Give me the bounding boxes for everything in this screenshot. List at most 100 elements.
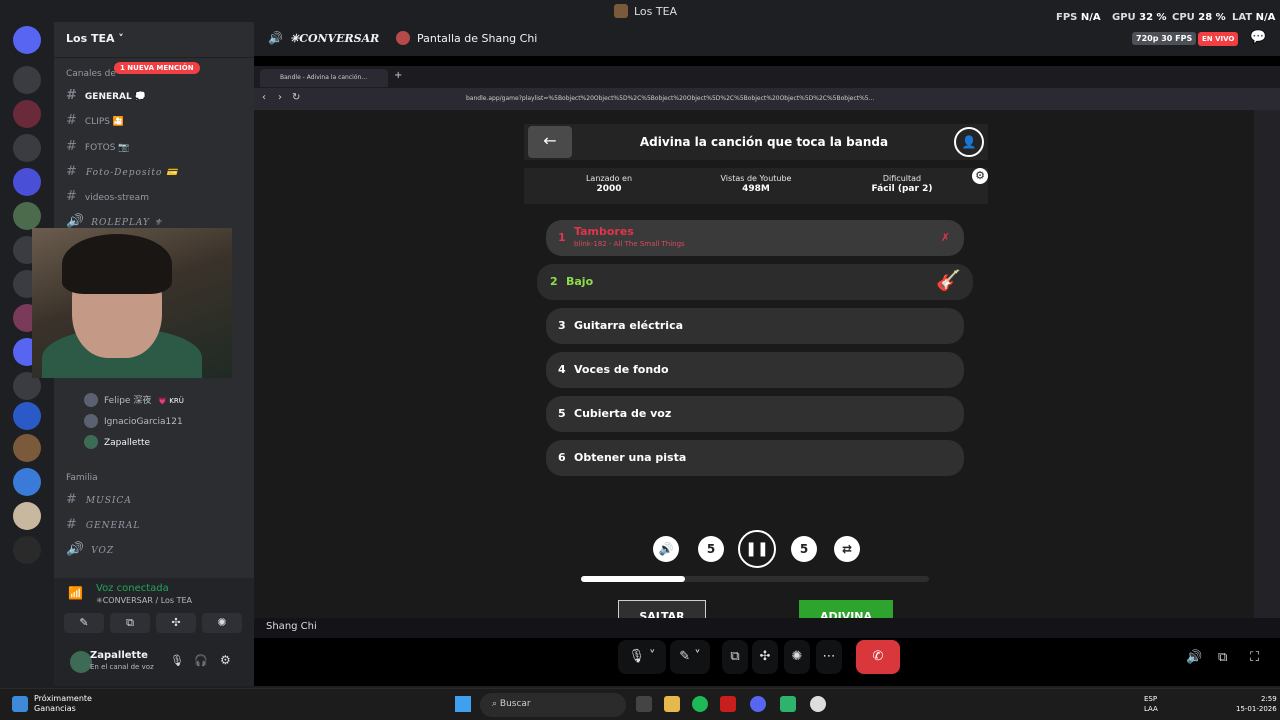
channel-clips[interactable]: # CLIPS 🎦	[66, 113, 124, 128]
browser-tab[interactable]: Bandle - Adivina la canción...	[260, 69, 388, 87]
more-options-button[interactable]: ⋯	[816, 640, 842, 674]
instrument-row-drums: 1 Tambores blink-182 - All The Small Thi…	[546, 220, 964, 256]
hint-row[interactable]: 6 Obtener una pista	[546, 440, 964, 476]
server-icon[interactable]	[13, 100, 41, 128]
repeat-off-icon[interactable]: ⇄	[834, 536, 860, 562]
language-indicator[interactable]: ESP LAA	[1144, 694, 1158, 714]
channel-voz[interactable]: 🔊 VOZ	[66, 542, 114, 557]
new-tab-icon[interactable]: +	[394, 70, 402, 81]
task-view-icon[interactable]	[636, 696, 652, 712]
voice-user[interactable]: Zapallette	[84, 435, 150, 449]
channel-foto-deposito[interactable]: # Foto-Deposito 💳	[66, 164, 178, 179]
server-icon[interactable]	[13, 202, 41, 230]
news-widget[interactable]: Próximamente Ganancias	[34, 694, 92, 714]
voice-channel-name[interactable]: ✳CONVERSAR	[290, 32, 379, 45]
screen-share-button[interactable]: ⧉	[722, 640, 748, 674]
soundboard-button[interactable]: ✺	[202, 613, 242, 633]
windows-start-icon[interactable]	[455, 696, 471, 712]
wrong-icon: ✗	[940, 231, 950, 244]
channel-videos-stream[interactable]: # videos-stream	[66, 189, 149, 204]
channel-general[interactable]: # GENERAL 💭	[66, 88, 146, 103]
server-icon[interactable]	[13, 66, 41, 94]
forward-5-button[interactable]: 5	[791, 536, 817, 562]
pause-button[interactable]: ❚❚	[738, 530, 776, 568]
url-bar: ‹ › ↻ bandle.app/game?playlist=%5Bobject…	[254, 88, 1280, 110]
hash-icon: #	[66, 492, 78, 507]
activities-button[interactable]: ✣	[752, 640, 778, 674]
fullscreen-icon[interactable]: ⛶	[1250, 650, 1259, 665]
camera-off-button[interactable]: ✎	[64, 613, 104, 633]
back-icon[interactable]: ‹	[262, 92, 266, 103]
hash-icon: #	[66, 189, 77, 204]
playback-progress[interactable]	[581, 576, 929, 582]
discord-icon[interactable]	[750, 696, 766, 712]
app-icon[interactable]	[780, 696, 796, 712]
server-icon[interactable]	[13, 468, 41, 496]
channel-roleplay[interactable]: 🔊 ROLEPLAY ⚜	[66, 214, 163, 229]
steam-icon[interactable]	[810, 696, 826, 712]
server-icon[interactable]	[13, 168, 41, 196]
forward-icon[interactable]: ›	[278, 92, 282, 103]
mention-badge[interactable]: 1 NUEVA MENCIÓN	[114, 62, 200, 74]
settings-gear-icon[interactable]: ⚙	[972, 168, 988, 184]
channel-fotos[interactable]: # FOTOS 📷	[66, 139, 130, 154]
disconnect-button[interactable]: ✆	[856, 640, 900, 674]
back-arrow-button[interactable]: ←	[528, 126, 572, 158]
webcam-overlay	[32, 228, 232, 378]
hash-icon: #	[66, 139, 77, 154]
browser-window: Bandle - Adivina la canción... + ‹ › ↻ b…	[254, 66, 1280, 634]
volume-icon[interactable]: 🔊	[653, 536, 679, 562]
spotify-icon[interactable]	[692, 696, 708, 712]
category-familia[interactable]: Familia	[66, 473, 98, 483]
hash-icon: #	[66, 113, 77, 128]
channel-general-familia[interactable]: # GENERAL	[66, 517, 140, 532]
voice-user[interactable]: Felipe 深夜 💗 KRÜ	[84, 393, 187, 407]
channel-musica[interactable]: # MUSICA	[66, 492, 132, 507]
avatar	[84, 435, 98, 449]
mic-icon[interactable]: 🎙	[170, 654, 184, 667]
screen-share-button[interactable]: ⧉	[110, 613, 150, 633]
user-name[interactable]: Zapallette	[90, 650, 148, 661]
reload-icon[interactable]: ↻	[292, 92, 300, 103]
category-label[interactable]: Canales de	[66, 69, 116, 79]
voice-channel[interactable]: ✳CONVERSAR / Los TEA	[96, 596, 192, 605]
game-title: Adivina la canción que toca la banda	[639, 135, 889, 149]
avatar	[84, 414, 98, 428]
popout-icon[interactable]: ⧉	[1218, 650, 1227, 665]
mic-toggle-button[interactable]: 🎙 ˅	[618, 640, 666, 674]
voice-status[interactable]: Voz conectada	[96, 583, 169, 594]
news-widget-icon[interactable]	[12, 696, 28, 712]
voice-user[interactable]: IgnacioGarcia121	[84, 414, 183, 428]
activities-button[interactable]: ✣	[156, 613, 196, 633]
server-icon[interactable]	[13, 402, 41, 430]
camera-toggle-button[interactable]: ✎ ˅	[670, 640, 710, 674]
server-header[interactable]: Los TEA ˅	[54, 22, 254, 58]
server-icon[interactable]	[13, 434, 41, 462]
signal-icon[interactable]: 📶	[68, 586, 84, 602]
gear-icon[interactable]: ⚙	[220, 653, 231, 667]
address-field[interactable]: bandle.app/game?playlist=%5Bobject%20Obj…	[466, 95, 874, 102]
instrument-row-backing-vocals[interactable]: 4 Voces de fondo	[546, 352, 964, 388]
browser-icon[interactable]	[720, 696, 736, 712]
server-icon[interactable]	[13, 134, 41, 162]
soundboard-button[interactable]: ✺	[784, 640, 810, 674]
headphones-icon[interactable]: 🎧	[194, 654, 208, 667]
rewind-5-button[interactable]: 5	[698, 536, 724, 562]
file-explorer-icon[interactable]	[664, 696, 680, 712]
chat-icon[interactable]: 💬	[1250, 30, 1266, 45]
taskbar-window-label: Shang Chi	[266, 621, 317, 632]
volume-icon[interactable]: 🔊	[1186, 650, 1202, 665]
avatar[interactable]	[70, 651, 92, 673]
server-icon[interactable]	[13, 502, 41, 530]
discord-home-icon[interactable]	[13, 26, 41, 54]
taskbar-search[interactable]: ⌕ Buscar	[480, 693, 626, 717]
bass-guitar-icon: 🎸	[936, 268, 961, 292]
title-bar: Los TEA FPS N/A GPU 32 % CPU 28 % LAT N/…	[0, 0, 1280, 23]
server-name[interactable]: Los TEA ˅	[66, 32, 124, 45]
system-clock[interactable]: 2:59 15-01-2026	[1236, 694, 1277, 714]
profile-icon[interactable]: 👤	[954, 127, 984, 157]
instrument-row-lead-vocals[interactable]: 5 Cubierta de voz	[546, 396, 964, 432]
instrument-row-bass[interactable]: 2 Bajo 🎸	[537, 264, 973, 300]
server-icon[interactable]	[13, 536, 41, 564]
instrument-row-electric-guitar[interactable]: 3 Guitarra eléctrica	[546, 308, 964, 344]
